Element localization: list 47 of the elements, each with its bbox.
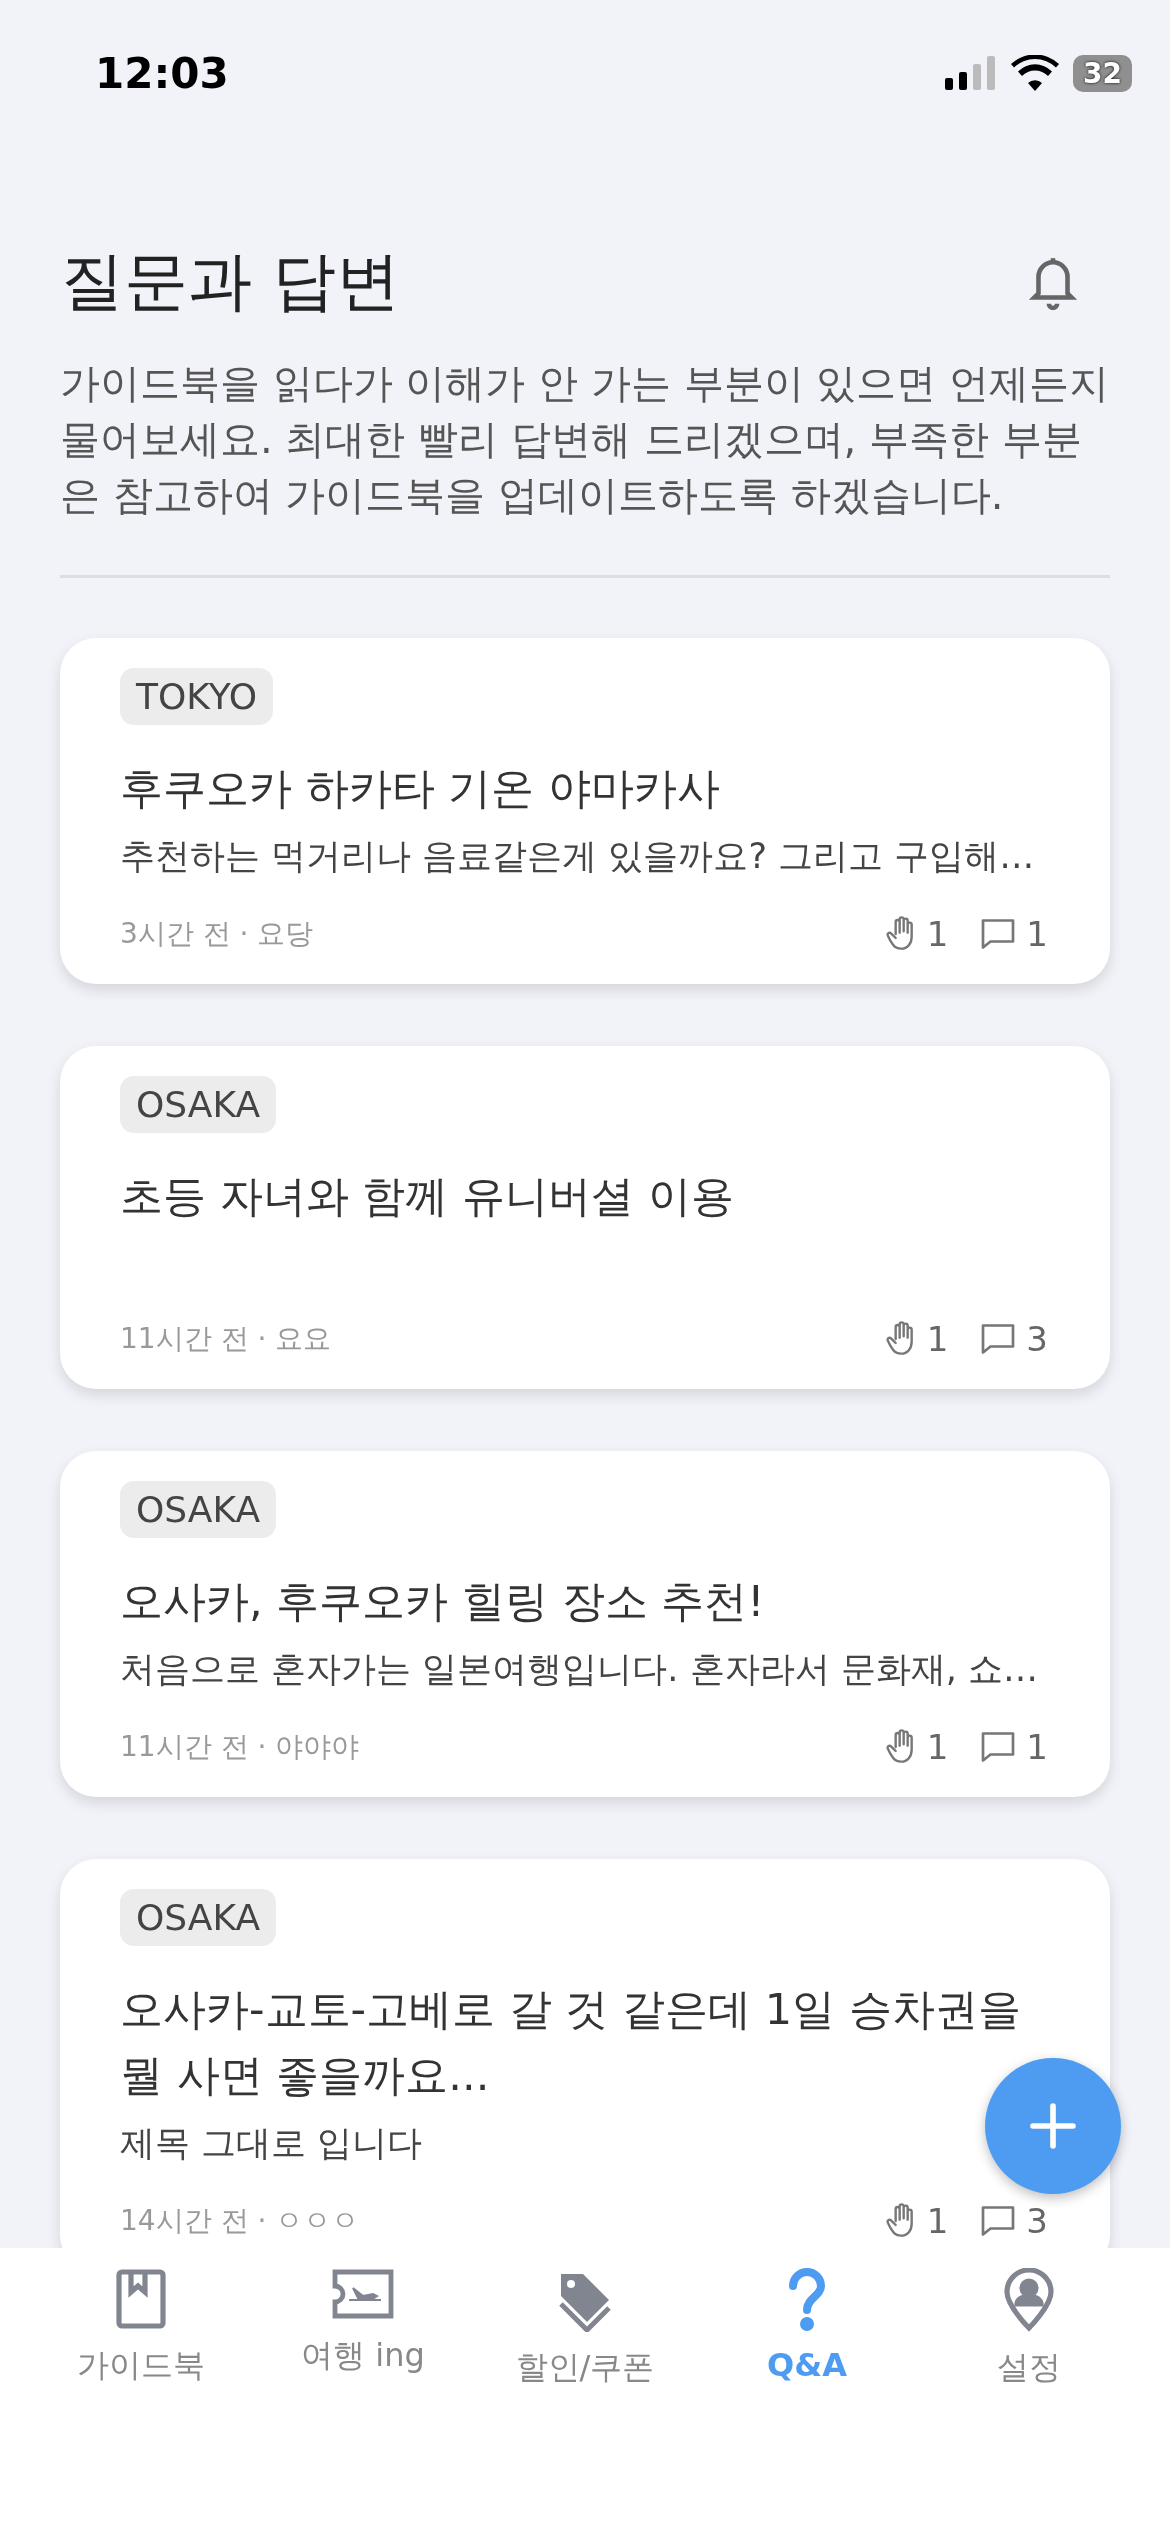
comment-icon <box>980 917 1017 951</box>
plus-icon <box>1029 2102 1077 2150</box>
ticket-plane-icon <box>331 2268 395 2320</box>
tab-bar-item[interactable]: 할인/쿠폰 <box>485 2268 685 2390</box>
comment-count: 1 <box>1026 914 1048 954</box>
book-icon <box>115 2268 167 2330</box>
city-tag: TOKYO <box>120 668 273 725</box>
question-meta: 11시간 전 · 요요 <box>120 1321 332 1357</box>
page-description: 가이드북을 읽다가 이해가 안 가는 부분이 있으면 언제든지 물어보세요. 최대한 빨리 답변해 드리겠으며, 부족한 부분은 참고하여 가이드북을 업데이트하도록 하겠습니다. <box>60 359 1110 520</box>
question-title: 오사카-교토-고베로 갈 것 같은데 1일 승차권을 뭘 사면 좋을까요... <box>120 1983 1022 2102</box>
question-card[interactable]: OSAKA 초등 자녀와 함께 유니버셜 이용 11시간 전 · 요요 1 3 <box>60 1046 1110 1389</box>
question-title: 오사카, 후쿠오카 힐링 장소 추천! <box>120 1575 766 1628</box>
tab-bar-item[interactable]: 설정 <box>929 2268 1129 2390</box>
comment-count: 3 <box>1026 1319 1048 1359</box>
like-count: 1 <box>926 1727 949 1767</box>
question-mark-icon <box>787 2268 827 2332</box>
question-meta: 11시간 전 · 야야야 <box>120 1729 360 1765</box>
wifi-icon <box>1011 55 1060 91</box>
question-meta: 14시간 전 · ㅇㅇㅇ <box>120 2203 360 2239</box>
city-tag: OSAKA <box>120 1481 277 1538</box>
question-snippet: 추천하는 먹거리나 음료같은게 있을까요? 그리고 구입해… <box>120 835 1036 878</box>
comment-icon <box>980 1322 1017 1356</box>
comment-count: 3 <box>1026 2201 1048 2241</box>
comment-icon <box>980 2204 1017 2238</box>
city-tag: OSAKA <box>120 1076 277 1133</box>
comment-icon <box>980 1730 1017 1764</box>
tab-bar-item[interactable]: Q&A <box>707 2268 907 2384</box>
like-count: 1 <box>926 914 949 954</box>
question-title: 후쿠오카 하카타 기온 야마카사 <box>120 762 721 815</box>
question-card[interactable]: OSAKA 오사카-교토-고베로 갈 것 같은데 1일 승차권을 뭘 사면 좋을까요... 제목 그대로 입니다 14시간 전 · ㅇㅇㅇ 1 3 <box>60 1859 1110 2248</box>
question-card[interactable]: OSAKA 오사카, 후쿠오카 힐링 장소 추천! 처음으로 혼자가는 일본여행입니다. 혼자라서 문화재, 쇼… 11시간 전 · 야야야 1 1 <box>60 1451 1110 1797</box>
status-time: 12:03 <box>95 48 229 98</box>
battery-level: 32 <box>1073 54 1132 92</box>
comment-count: 1 <box>1026 1727 1048 1767</box>
signal-icon <box>945 56 998 90</box>
location-person-icon <box>1003 2268 1055 2332</box>
question-meta: 3시간 전 · 요당 <box>120 916 314 952</box>
tab-bar-item[interactable]: 가이드북 <box>41 2268 241 2388</box>
question-snippet: 처음으로 혼자가는 일본여행입니다. 혼자라서 문화재, 쇼… <box>120 1648 1039 1691</box>
like-count: 1 <box>926 2201 949 2241</box>
like-count: 1 <box>926 1319 949 1359</box>
page-title: 질문과 답변 <box>60 243 401 320</box>
city-tag: OSAKA <box>120 1889 277 1946</box>
question-card[interactable]: TOKYO 후쿠오카 하카타 기온 야마카사 추천하는 먹거리나 음료같은게 있을까요? 그리고 구입해… 3시간 전 · 요당 1 1 <box>60 638 1110 984</box>
question-snippet: 제목 그대로 입니다 <box>120 2122 424 2165</box>
question-title: 초등 자녀와 함께 유니버셜 이용 <box>120 1170 735 1223</box>
tab-bar-item[interactable]: 여행 ing <box>263 2268 463 2378</box>
